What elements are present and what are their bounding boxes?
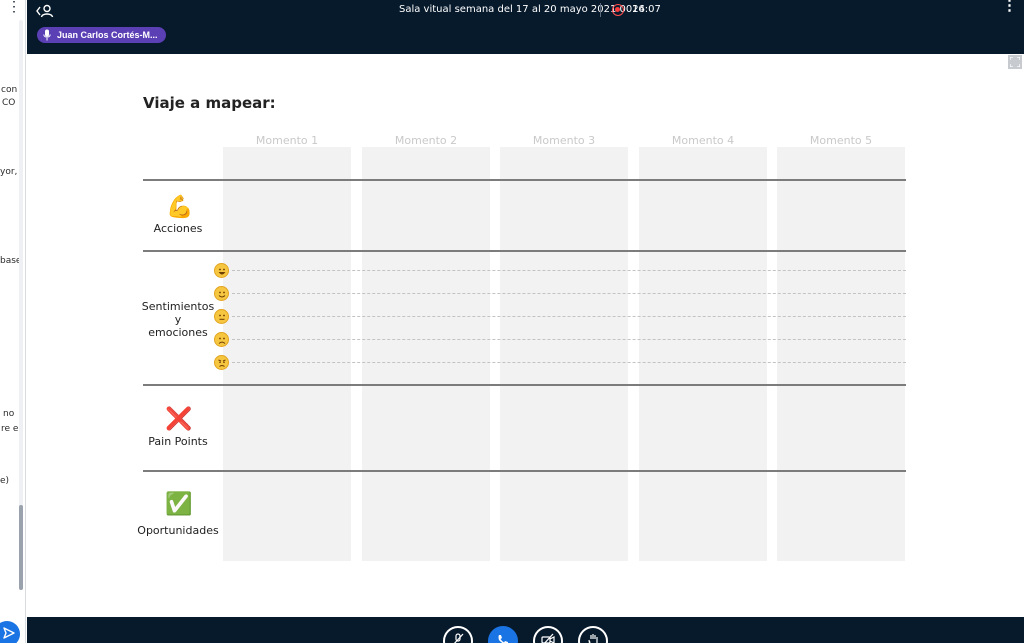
sad-face-icon <box>214 332 229 347</box>
raise-hand-button[interactable] <box>578 626 608 643</box>
options-menu-icon[interactable]: ⋮ <box>1002 0 1017 13</box>
neutral-face-icon <box>214 309 229 324</box>
camera-off-icon <box>541 633 555 643</box>
happy-face-icon <box>214 286 229 301</box>
moment-header: Momento 1 <box>255 134 319 147</box>
moment-column <box>777 147 905 561</box>
emotion-level-line <box>232 339 906 340</box>
chat-text-fragment: e) <box>0 476 10 486</box>
moment-column <box>639 147 767 561</box>
chat-text-fragment: re el <box>1 424 21 434</box>
chat-text-fragment: con <box>1 85 18 95</box>
mute-button[interactable] <box>443 626 473 643</box>
mute-microphone-icon <box>454 633 464 643</box>
divider <box>600 3 601 17</box>
row-divider <box>143 250 906 252</box>
very-happy-face-icon <box>214 263 229 278</box>
emotion-level-line <box>232 270 906 271</box>
meeting-title: Sala vitual semana del 17 al 20 mayo 202… <box>399 4 645 15</box>
moment-column <box>362 147 490 561</box>
label-line: y <box>174 313 182 326</box>
cross-mark-icon: ❌ <box>165 406 193 431</box>
meeting-controls <box>27 617 1024 643</box>
row-divider <box>143 470 906 472</box>
kebab-icon[interactable]: ⋮ <box>7 0 21 16</box>
emotion-level-line <box>232 362 906 363</box>
send-message-button[interactable] <box>0 621 20 643</box>
emotion-level-line <box>232 316 906 317</box>
recording-icon[interactable] <box>612 4 624 16</box>
slide-heading: Viaje a mapear: <box>143 94 276 112</box>
row-divider <box>143 179 906 181</box>
raise-hand-icon <box>588 634 598 643</box>
row-label-oportunidades: Oportunidades <box>137 524 219 537</box>
moment-header: Momento 3 <box>532 134 596 147</box>
moment-column <box>223 147 351 561</box>
fullscreen-button[interactable] <box>1008 55 1022 69</box>
current-speaker-chip: Juan Carlos Cortés-M... <box>37 27 166 43</box>
moment-header: Momento 2 <box>394 134 458 147</box>
phone-icon <box>498 635 508 643</box>
row-label-acciones: Acciones <box>153 222 203 235</box>
chat-text-fragment: yor, <box>0 167 18 177</box>
angry-face-icon <box>214 355 229 370</box>
row-divider <box>143 384 906 386</box>
chat-sidebar: ⋮ con CO yor, base no re el e) <box>0 0 26 643</box>
send-icon <box>3 627 15 639</box>
recording-time: 16:07 <box>632 4 661 15</box>
row-label-pain-points: Pain Points <box>148 435 208 448</box>
label-line: emociones <box>148 326 208 339</box>
microphone-icon <box>43 29 51 41</box>
label-line: Sentimientos <box>141 300 215 313</box>
chat-text-fragment: no <box>3 409 15 419</box>
meeting-header: Sala vitual semana del 17 al 20 mayo 202… <box>27 0 1024 54</box>
video-button[interactable] <box>533 626 563 643</box>
moment-header: Momento 5 <box>809 134 873 147</box>
check-mark-icon: ✅ <box>165 491 193 516</box>
moment-column <box>500 147 628 561</box>
leave-audio-button[interactable] <box>488 626 518 643</box>
row-label-sentimientos: Sentimientos y emociones <box>139 300 217 339</box>
flexed-biceps-icon: 💪 <box>166 194 194 219</box>
users-list-toggle[interactable] <box>35 3 55 19</box>
speaker-name: Juan Carlos Cortés-M... <box>57 30 158 40</box>
presentation-slide: Viaje a mapear: Momento 1 Momento 2 Mome… <box>27 54 1024 617</box>
chat-text-fragment: CO <box>2 98 16 108</box>
back-user-icon <box>36 4 54 18</box>
fullscreen-icon <box>1010 57 1020 67</box>
chat-scrollbar-thumb[interactable] <box>19 505 23 590</box>
emotion-level-line <box>232 293 906 294</box>
conference-app: ⋮ con CO yor, base no re el e) Sala vitu… <box>0 0 1024 643</box>
moment-header: Momento 4 <box>671 134 735 147</box>
